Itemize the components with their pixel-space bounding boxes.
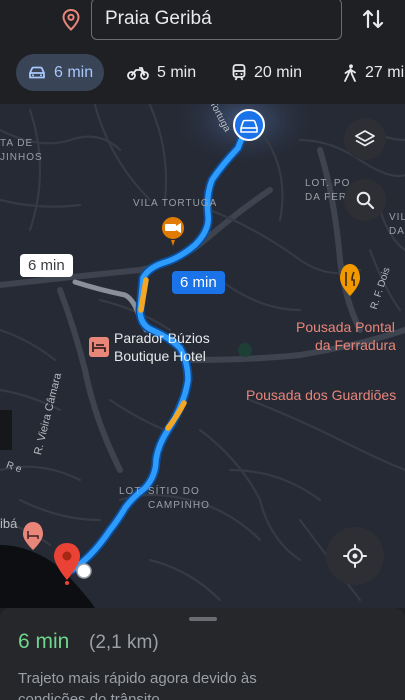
neighborhood-label: LOT. PO <box>305 178 351 189</box>
hotel-icon <box>23 522 43 550</box>
mode-tab-transit[interactable]: 20 min <box>232 54 302 91</box>
layers-button[interactable] <box>344 118 386 160</box>
recenter-button[interactable] <box>326 527 384 585</box>
car-icon <box>29 66 45 78</box>
mode-tab-car-label: 6 min <box>54 63 94 81</box>
search-icon <box>356 191 375 210</box>
neighborhood-label: DA <box>389 226 405 237</box>
neighborhood-label: VIL <box>389 212 405 223</box>
destination-field[interactable]: Praia Geribá <box>91 0 342 40</box>
route-eta: 6 min <box>18 630 70 653</box>
search-button[interactable] <box>344 179 386 221</box>
swap-icon[interactable] <box>360 6 386 32</box>
place-name-line: Boutique Hotel <box>114 348 206 364</box>
neighborhood-label: LOT. SÍTIO DO <box>119 486 200 497</box>
map-view[interactable]: Tortuga TA DE JINHOS VILA TORTUGA LOT. P… <box>0 104 405 608</box>
place-pousada-pontal-line1[interactable]: Pousada Pontal <box>296 319 395 335</box>
sheet-drag-handle[interactable] <box>189 617 217 621</box>
mode-tab-walk-label: 27 mi <box>365 63 405 81</box>
mode-tab-transit-label: 20 min <box>254 63 303 81</box>
origin-car-icon <box>233 109 265 141</box>
mode-tab-motorcycle-label: 5 min <box>157 63 197 81</box>
neighborhood-label: TA DE <box>0 138 34 149</box>
mode-tab-motorcycle[interactable]: 5 min <box>127 54 196 91</box>
destination-row: Praia Geribá <box>0 0 405 44</box>
street-label: ibá <box>0 516 18 531</box>
alternate-route-time[interactable]: 6 min <box>20 254 73 277</box>
place-pousada-pontal-line2[interactable]: da Ferradura <box>315 337 396 353</box>
mode-tab-car[interactable]: 6 min <box>16 54 104 91</box>
main-route-time[interactable]: 6 min <box>172 271 225 294</box>
place-name-line: Parador Búzios <box>114 330 210 346</box>
neighborhood-label: VILA TORTUGA <box>133 198 218 209</box>
route-summary-sheet[interactable]: 6 min (2,1 km) Trajeto mais rápido agora… <box>0 608 405 700</box>
walk-icon <box>344 63 356 82</box>
navigation-screen: Praia Geribá 6 min 5 min 20 min 27 mi To… <box>0 0 405 700</box>
mode-tab-walk[interactable]: 27 mi <box>343 54 404 91</box>
place-pousada-guardioes[interactable]: Pousada dos Guardiões <box>246 387 396 403</box>
my-location-icon <box>343 544 367 568</box>
speed-camera-icon <box>160 215 186 246</box>
motorcycle-icon <box>127 66 149 80</box>
route-note: Trajeto mais rápido agora devido às cond… <box>18 670 257 700</box>
alternate-route <box>72 279 149 333</box>
layers-icon <box>355 130 375 147</box>
neighborhood-label: JINHOS <box>0 152 43 163</box>
destination-text: Praia Geribá <box>105 8 212 29</box>
destination-pin-icon <box>62 9 80 31</box>
neighborhood-label: CAMPINHO <box>148 500 210 511</box>
route-distance: (2,1 km) <box>89 632 159 653</box>
travel-mode-tabs: 6 min 5 min 20 min 27 mi <box>0 54 405 92</box>
directions-header: Praia Geribá 6 min 5 min 20 min 27 mi <box>0 0 405 104</box>
train-icon <box>232 64 246 81</box>
place-parador-buzios[interactable]: Parador Búzios Boutique Hotel <box>114 329 210 365</box>
hotel-icon <box>89 337 109 357</box>
